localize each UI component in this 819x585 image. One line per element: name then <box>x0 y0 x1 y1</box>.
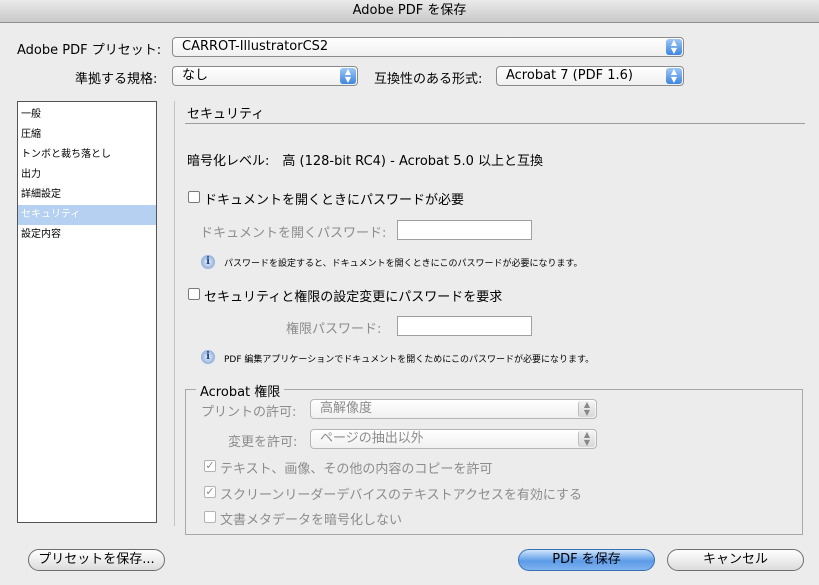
open-password-label: ドキュメントを開くパスワード: <box>200 226 387 241</box>
updown-arrow-icon: ▲ ▼ <box>578 401 595 417</box>
print-value: 高解像度 <box>320 401 373 416</box>
open-password-checkbox[interactable] <box>188 191 200 203</box>
cancel-button[interactable]: キャンセル <box>667 549 804 571</box>
open-password-note: パスワードを設定すると、ドキュメントを開くときにこのパスワードが必要になります。 <box>224 259 583 269</box>
standard-select[interactable]: なし ▲ ▼ <box>172 66 358 86</box>
sidebar-item-marks-bleeds[interactable]: トンボと裁ち落とし <box>18 145 156 165</box>
compat-select[interactable]: Acrobat 7 (PDF 1.6) ▲ ▼ <box>496 66 684 86</box>
permissions-password-checkbox[interactable] <box>188 288 200 300</box>
encryption-level: 暗号化レベル: 高 (128-bit RC4) - Acrobat 5.0 以上… <box>187 154 544 169</box>
updown-arrow-icon: ▲ ▼ <box>666 68 682 84</box>
compat-value: Acrobat 7 (PDF 1.6) <box>506 68 633 83</box>
save-pdf-button[interactable]: PDF を保存 <box>518 549 655 571</box>
copy-check-label: テキスト、画像、その他の内容のコピーを許可 <box>220 462 493 477</box>
updown-arrow-icon: ▲ ▼ <box>578 431 595 447</box>
print-select[interactable]: 高解像度 ▲ ▼ <box>310 399 597 419</box>
permissions-password-note: PDF 編集アプリケーションでドキュメントを開くためにこのパスワードが必要になり… <box>224 355 595 365</box>
screenreader-checkbox[interactable]: ✓ <box>204 486 216 498</box>
permissions-password-label: 権限パスワード: <box>286 322 382 337</box>
section-heading: セキュリティ <box>187 107 265 122</box>
window-title: Adobe PDF を保存 <box>0 0 819 23</box>
change-label: 変更を許可: <box>228 435 298 450</box>
compat-label: 互換性のある形式: <box>374 72 483 87</box>
preset-value: CARROT-IllustratorCS2 <box>182 39 329 54</box>
sidebar-item-advanced[interactable]: 詳細設定 <box>18 185 156 205</box>
permissions-password-check-label: セキュリティと権限の設定変更にパスワードを要求 <box>204 290 503 305</box>
save-preset-button[interactable]: プリセットを保存... <box>28 549 165 571</box>
info-icon: i <box>201 255 215 269</box>
sidebar-item-output[interactable]: 出力 <box>18 165 156 185</box>
change-select[interactable]: ページの抽出以外 ▲ ▼ <box>310 429 597 449</box>
standard-value: なし <box>182 68 209 83</box>
sidebar-item-general[interactable]: 一般 <box>18 105 156 125</box>
metadata-check-label: 文書メタデータを暗号化しない <box>220 513 403 528</box>
open-password-field[interactable] <box>397 220 532 240</box>
info-icon: i <box>201 350 215 364</box>
acrobat-group-title: Acrobat 権限 <box>196 381 285 400</box>
standard-label: 準拠する規格: <box>75 72 158 87</box>
updown-arrow-icon: ▲ ▼ <box>340 68 356 84</box>
preset-select[interactable]: CARROT-IllustratorCS2 ▲ ▼ <box>172 37 684 57</box>
sidebar-item-security[interactable]: セキュリティ <box>18 205 156 225</box>
updown-arrow-icon: ▲ ▼ <box>666 39 682 55</box>
pane-divider <box>174 101 175 526</box>
open-password-check-label: ドキュメントを開くときにパスワードが必要 <box>204 193 465 208</box>
sidebar: 一般 圧縮 トンボと裁ち落とし 出力 詳細設定 セキュリティ 設定内容 <box>17 101 157 523</box>
change-value: ページの抽出以外 <box>320 431 424 446</box>
sidebar-item-compression[interactable]: 圧縮 <box>18 125 156 145</box>
permissions-password-field[interactable] <box>397 316 532 336</box>
copy-checkbox[interactable]: ✓ <box>204 460 216 472</box>
heading-divider <box>185 123 805 124</box>
print-label: プリントの許可: <box>201 405 297 420</box>
sidebar-item-summary[interactable]: 設定内容 <box>18 225 156 245</box>
preset-label: Adobe PDF プリセット: <box>17 43 162 58</box>
metadata-checkbox[interactable] <box>204 511 216 523</box>
screenreader-check-label: スクリーンリーダーデバイスのテキストアクセスを有効にする <box>220 488 583 503</box>
